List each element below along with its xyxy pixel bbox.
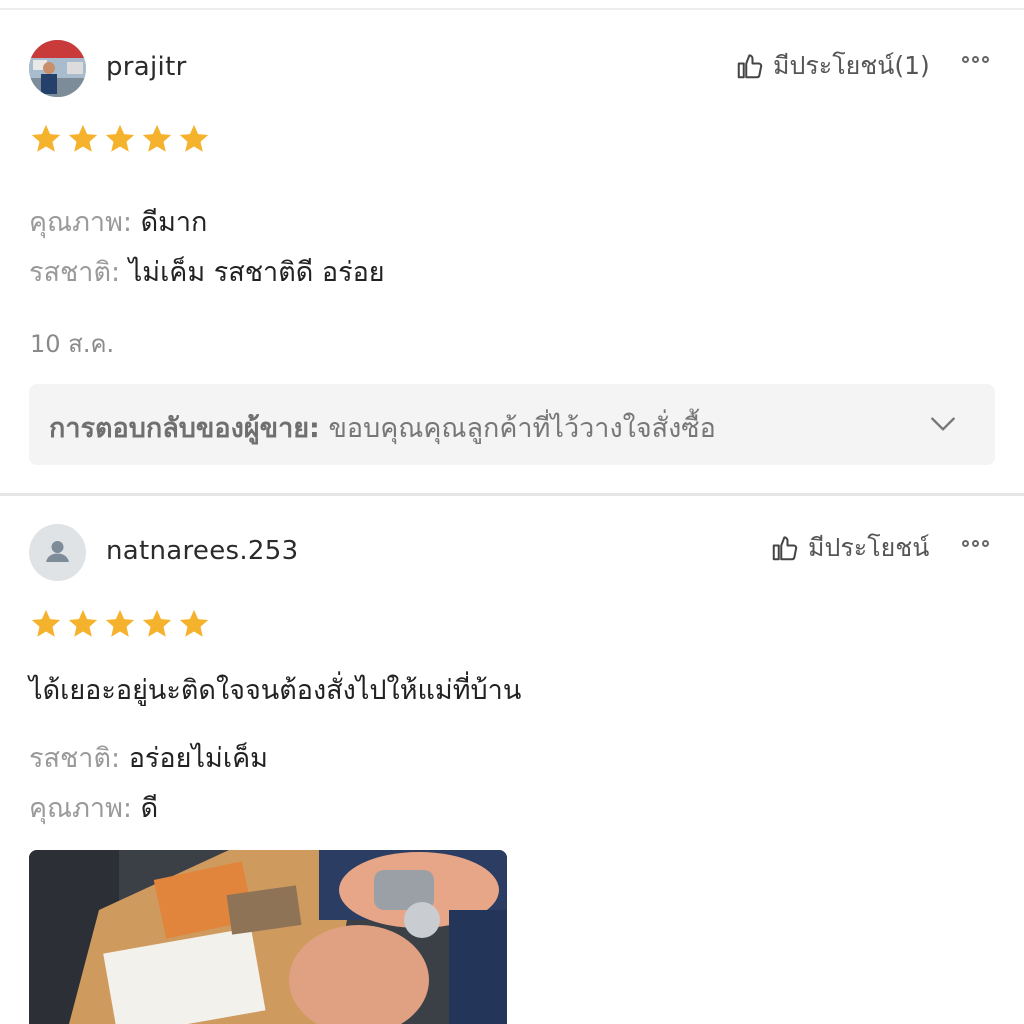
attribute-value: อร่อยไม่เค็ม xyxy=(128,743,268,774)
thumbs-up-icon xyxy=(772,536,798,561)
chevron-down-icon[interactable] xyxy=(927,408,959,440)
attribute-value: ดี xyxy=(140,793,159,824)
review-photo[interactable] xyxy=(29,850,507,1024)
avatar-photo xyxy=(29,40,86,97)
helpful-label: มีประโยชน์ xyxy=(808,533,930,562)
attribute-quality: คุณภาพ: ดีมาก xyxy=(29,200,207,243)
star-icon xyxy=(31,609,61,637)
star-rating xyxy=(28,607,212,641)
star-icon xyxy=(142,124,172,152)
star-icon xyxy=(105,124,135,152)
seller-reply-message: ขอบคุณคุณลูกค้าที่ไว้วางใจสั่งซื้อ xyxy=(328,413,716,444)
seller-reply-text: การตอบกลับของผู้ขาย: ขอบคุณคุณลูกค้าที่ไ… xyxy=(49,406,716,449)
helpful-label: มีประโยชน์(1) xyxy=(773,51,930,80)
attribute-quality: คุณภาพ: ดี xyxy=(29,786,158,829)
more-options-icon[interactable] xyxy=(962,540,989,547)
attribute-taste: รสชาติ: อร่อยไม่เค็ม xyxy=(29,736,268,779)
star-rating xyxy=(28,122,212,156)
username[interactable]: natnarees.253 xyxy=(106,536,298,566)
attribute-taste: รสชาติ: ไม่เค็ม รสชาติดี อร่อย xyxy=(29,250,385,293)
default-avatar-icon xyxy=(46,541,69,562)
review-date: 10 ส.ค. xyxy=(30,330,115,358)
review-text: ได้เยอะอยู่นะติดใจจนต้องสั่งไปให้แม่ที่บ… xyxy=(29,675,522,706)
star-icon xyxy=(31,124,61,152)
star-icon xyxy=(68,124,98,152)
review-card: natnarees.253 มีประโยชน์ ได้เยอะอยู่นะติ… xyxy=(0,496,1024,1024)
star-icon xyxy=(179,124,209,152)
attribute-label: รสชาติ: xyxy=(29,743,121,774)
star-icon xyxy=(105,609,135,637)
attribute-label: คุณภาพ: xyxy=(29,793,132,824)
thumbs-up-icon xyxy=(737,54,763,79)
review-photo-image xyxy=(29,850,507,1024)
attribute-label: คุณภาพ: xyxy=(29,207,132,238)
star-icon xyxy=(142,609,172,637)
seller-reply[interactable]: การตอบกลับของผู้ขาย: ขอบคุณคุณลูกค้าที่ไ… xyxy=(29,384,995,465)
seller-reply-label: การตอบกลับของผู้ขาย: xyxy=(49,413,320,444)
attribute-label: รสชาติ: xyxy=(29,257,121,288)
avatar[interactable] xyxy=(29,40,86,97)
attribute-value: ไม่เค็ม รสชาติดี อร่อย xyxy=(128,257,385,288)
username[interactable]: prajitr xyxy=(106,52,187,82)
helpful-button[interactable]: มีประโยชน์(1) xyxy=(735,46,930,86)
star-icon xyxy=(179,609,209,637)
more-options-icon[interactable] xyxy=(962,56,989,63)
helpful-button[interactable]: มีประโยชน์ xyxy=(770,528,929,568)
review-card: prajitr มีประโยชน์(1) คุณภาพ: ดีมาก รสชา… xyxy=(0,10,1024,494)
avatar[interactable] xyxy=(29,524,86,581)
attribute-value: ดีมาก xyxy=(140,207,208,238)
star-icon xyxy=(68,609,98,637)
